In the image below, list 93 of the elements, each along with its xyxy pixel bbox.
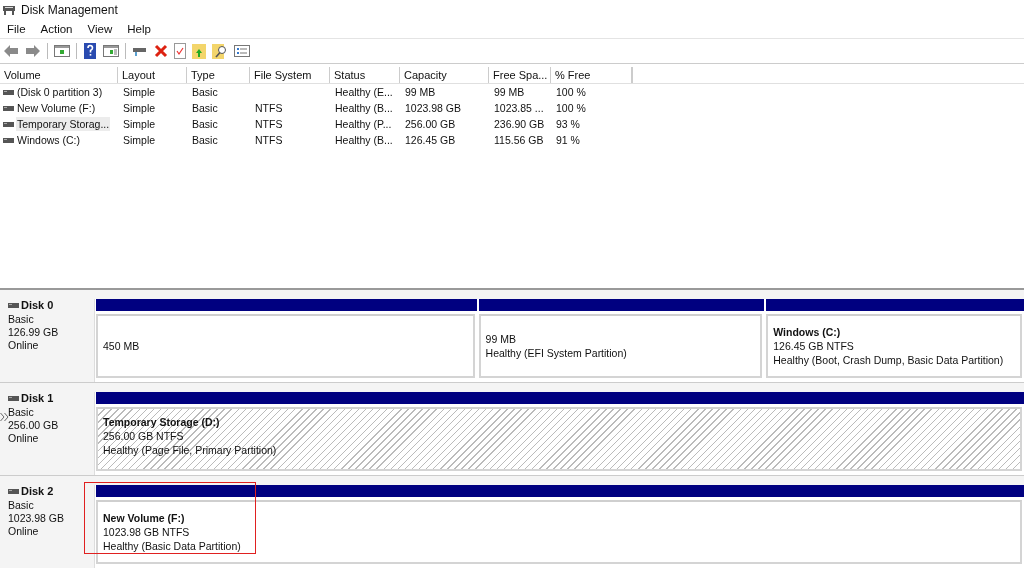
partition-title: New Volume (F:) [103,511,186,525]
disk-name: Disk 1 [21,392,54,405]
disk-type: Basic [8,406,35,419]
disk-name: Disk 0 [21,299,54,312]
table-cell: 256.00 GB [405,118,456,131]
table-cell: 100 % [556,86,586,99]
menu-item[interactable]: File [7,22,26,35]
folder-up-icon[interactable] [192,43,206,60]
drive-icon[interactable] [132,45,148,58]
window-title: Disk Management [21,2,118,17]
menu-item[interactable]: View [87,22,113,35]
delete-icon[interactable] [154,44,168,59]
disk-type: Basic [8,313,35,326]
partition-title: Temporary Storage (D:) [103,415,221,429]
disk-name: Disk 2 [21,485,54,498]
folder-search-icon[interactable] [212,43,228,60]
table-cell: Simple [123,86,156,99]
partition-block[interactable]: Windows (C:) 126.45 GB NTFS Healthy (Boot, Crash Dump, Basic Data Partition) [766,314,1022,378]
table-cell: Simple [123,134,156,147]
drive-icon [3,121,14,127]
partition-block[interactable]: 450 MB [96,314,475,378]
partition-info: Healthy (Boot, Crash Dump, Basic Data Partition) [773,353,1005,367]
table-cell: Healthy (B... [335,134,393,147]
disk-type: Basic [8,499,35,512]
checklist-icon[interactable] [174,43,186,60]
table-cell: 100 % [556,102,586,115]
drive-icon [8,396,19,401]
app-icon [2,3,16,16]
partition-info: 450 MB [103,339,141,353]
table-cell: 1023.98 GB [405,102,462,115]
table-cell: 99 MB [405,86,436,99]
table-cell: Basic [192,134,218,147]
table-cell: Simple [123,102,156,115]
partition-info: Healthy (Basic Data Partition) [103,539,242,553]
drive-icon [8,489,19,494]
menu-item[interactable]: Help [127,22,151,35]
partition-title: Windows (C:) [773,325,842,339]
table-cell[interactable]: (Disk 0 partition 3) [16,85,104,100]
partition-info: 126.45 GB NTFS [773,339,855,353]
column-header[interactable]: Layout [118,67,187,84]
disk-size: 126.99 GB [8,326,60,339]
column-header[interactable]: % Free [551,67,632,84]
table-cell: Healthy (P... [335,118,392,131]
double-chevron-icon [0,412,9,422]
properties-icon[interactable] [234,44,250,59]
disk-status: Online [8,339,40,352]
table-cell: Simple [123,118,156,131]
disk-status: Online [8,525,40,538]
column-header[interactable]: Capacity [400,67,489,84]
table-cell: NTFS [255,134,283,147]
table-cell: Basic [192,86,218,99]
drive-icon [3,105,14,111]
column-header[interactable]: File System [250,67,330,84]
table-cell: NTFS [255,102,283,115]
table-cell: 126.45 GB [405,134,456,147]
back-icon[interactable] [3,44,19,59]
table-cell[interactable]: New Volume (F:) [16,101,97,116]
column-header[interactable]: Free Spa... [489,67,551,84]
table-cell: 115.56 GB [494,134,544,147]
table-cell: NTFS [255,118,283,131]
table-cell[interactable]: Windows (C:) [16,133,81,148]
partition-info: 1023.98 GB NTFS [103,525,191,539]
table-cell: Basic [192,118,218,131]
drive-icon [3,89,14,95]
partition-info: 99 MB [485,332,517,346]
disk-status: Online [8,432,40,445]
partition-info: Healthy (EFI System Partition) [485,346,628,360]
partition-block[interactable]: New Volume (F:) 1023.98 GB NTFS Healthy (Basic Data Partition) [96,500,1022,564]
panel-icon[interactable] [103,44,119,59]
partition-block[interactable]: Temporary Storage (D:) 256.00 GB NTFS Healthy (Page File, Primary Partition) [96,407,1022,471]
drive-icon [8,303,19,308]
drive-icon [3,137,14,143]
table-cell: 1023.85 ... [494,102,544,115]
table-cell: Healthy (B... [335,102,393,115]
disk-size: 1023.98 GB [8,512,66,525]
menu-item[interactable]: Action [40,22,73,35]
partition-info: Healthy (Page File, Primary Partition) [103,443,278,457]
disk-size: 256.00 GB [8,419,60,432]
column-header[interactable]: Status [330,67,400,84]
table-cell: 91 % [556,134,580,147]
table-cell: Basic [192,102,218,115]
table-cell[interactable]: Temporary Storag... [16,117,111,132]
forward-icon[interactable] [25,44,41,59]
partition-block[interactable]: 99 MB Healthy (EFI System Partition) [478,314,763,378]
table-cell: 99 MB [494,86,525,99]
partition-info: 256.00 GB NTFS [103,429,185,443]
column-header[interactable]: Type [187,67,250,84]
column-header[interactable]: Volume [0,67,118,84]
help-icon[interactable] [83,43,97,60]
table-cell: 236.90 GB [494,118,545,131]
table-cell: Healthy (E... [335,86,393,99]
table-cell: 93 % [556,118,580,131]
panel-icon[interactable] [54,44,70,59]
